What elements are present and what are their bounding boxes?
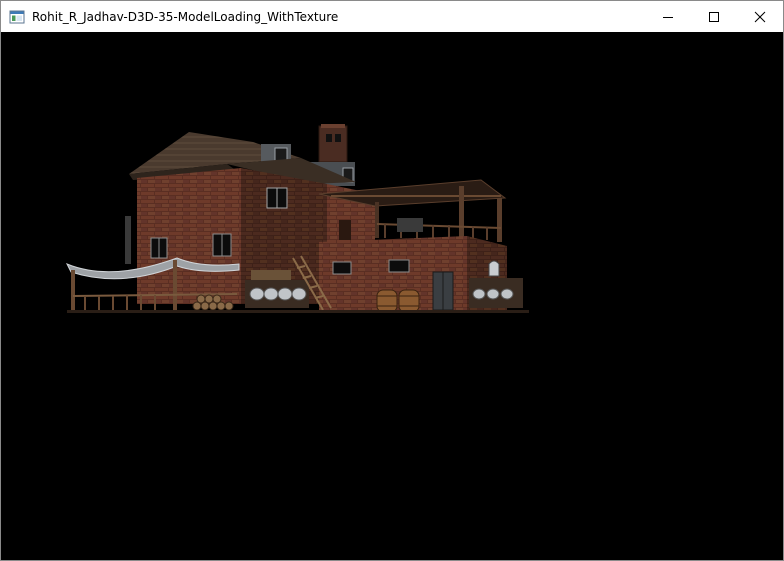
minimize-icon [663,16,673,18]
maximize-icon [709,11,719,22]
window-title: Rohit_R_Jadhav-D3D-35-ModelLoading_WithT… [32,9,339,24]
window-controls [645,1,783,32]
minimize-button[interactable] [645,1,691,32]
ground-base [67,310,529,313]
warehouse-model-render [65,124,529,313]
window-app-icon [9,10,25,23]
title-bar[interactable]: Rohit_R_Jadhav-D3D-35-ModelLoading_WithT… [1,1,783,32]
app-window: Rohit_R_Jadhav-D3D-35-ModelLoading_WithT… [0,0,784,561]
close-icon [754,11,766,22]
close-button[interactable] [737,1,783,32]
chimney-tower [318,125,348,163]
maximize-button[interactable] [691,1,737,32]
render-viewport[interactable] [1,32,783,560]
